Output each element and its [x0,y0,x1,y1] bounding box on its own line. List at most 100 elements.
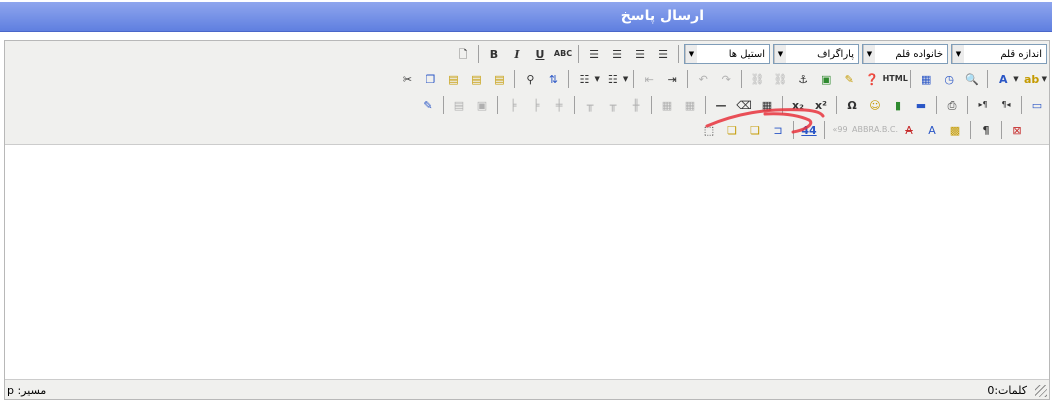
remove-format-icon[interactable]: ⌫ [734,95,754,115]
chevron-down-icon[interactable]: ▼ [594,75,599,83]
editor-statusbar: مسیر: p کلمات:0 [5,379,1049,399]
bullet-list-icon[interactable]: ☷ [574,69,594,89]
cite-icon[interactable]: «99 [830,120,850,140]
delete-row-icon: ╪ [555,98,563,112]
table-row-props-icon: ▤ [453,98,465,112]
underline-icon[interactable]: U [530,44,550,64]
insert-row-before-icon: ╞ [509,98,517,112]
page-title: ارسال پاسخ [620,8,704,24]
rtl-icon[interactable]: ¶◂ [996,95,1016,115]
element-path: مسیر: p [7,384,47,397]
backcolor-icon[interactable]: ab [1022,69,1042,89]
align-left-icon[interactable]: ☰ [630,44,650,64]
italic-icon[interactable]: I [507,44,527,64]
toolbar-separator [574,96,575,114]
move-forward-icon[interactable]: ❏ [722,120,742,140]
numbered-list-icon[interactable]: ☷ [603,69,623,89]
attribs-icon[interactable]: ▩ [945,120,965,140]
font-size-select[interactable]: اندازه قلم ▼ [951,44,1047,64]
fullscreen-icon[interactable]: ▭ [1027,95,1047,115]
copy-icon[interactable]: ❐ [420,69,440,89]
nonbreaking-icon[interactable]: ⊠ [1007,120,1027,140]
toolbar-separator [782,96,783,114]
paste-word-icon[interactable]: ▤ [489,69,509,89]
link-icon: ⛓ [750,72,765,86]
strikethrough-icon[interactable]: ABC [553,44,573,64]
toolbar-separator [1021,96,1022,114]
find-icon[interactable]: ⚲ [520,69,540,89]
insert-col-after-icon: ╥ [609,98,617,112]
del-icon[interactable]: A [899,120,919,140]
visual-aid-icon[interactable]: ▦ [757,95,777,115]
indent-icon[interactable]: ⇥ [662,69,682,89]
paste-text-icon[interactable]: ▤ [466,69,486,89]
toolbar-separator [687,70,689,88]
toolbar-separator [967,96,968,114]
new-document-icon[interactable]: 🗋 [453,44,473,64]
paste-icon[interactable]: ▤ [443,69,463,89]
toolbar-separator [987,70,989,88]
toolbar-separator [568,70,570,88]
delete-col-icon: ╫ [632,98,640,112]
toolbar-separator [678,45,679,63]
emotions-icon[interactable]: ☺ [865,95,885,115]
edit-icon[interactable]: ✎ [418,95,438,115]
html-icon[interactable]: HTML [883,69,908,89]
replace-icon[interactable]: ⇅ [543,69,563,89]
superscript-icon[interactable]: x² [811,95,831,115]
chevron-down-icon[interactable]: ▼ [1042,75,1047,83]
toolbar-separator [836,96,837,114]
toolbar-row-3: ▭ ¶◂ ▸¶ ⎙ ▬ ▮ ☺ Ω x² x₂ ▦ ⌫ — ▦ ▦ ╫ ╥ ╥ [418,94,1047,116]
format-select[interactable]: پاراگراف ▼ [773,44,859,64]
hr-icon[interactable]: — [711,95,731,115]
abbr-icon[interactable]: ABBR [852,120,874,140]
help-icon[interactable]: ❓ [862,69,882,89]
toolbar-separator [705,96,706,114]
toolbar-separator [1001,121,1002,139]
insert-layer-icon[interactable]: ⬚ [699,120,719,140]
move-backward-icon[interactable]: ❏ [745,120,765,140]
anchor-icon[interactable]: ⚓ [793,69,813,89]
chevron-down-icon: ▼ [685,45,697,63]
advhr-icon[interactable]: ▬ [911,95,931,115]
visualchars-icon[interactable]: ¶ [976,120,996,140]
image-icon[interactable]: ▣ [816,69,836,89]
unlink-icon: ⛓ [773,72,788,86]
charmap-icon[interactable]: Ω [842,95,862,115]
styles-select[interactable]: استیل ها ▼ [684,44,770,64]
cleanup-icon[interactable]: ✎ [839,69,859,89]
justify-icon[interactable]: ☰ [653,44,673,64]
media-icon[interactable]: ▮ [888,95,908,115]
cut-icon[interactable]: ✂ [397,69,417,89]
bold-icon[interactable]: B [484,44,504,64]
toolbar-separator [824,121,825,139]
word-count: کلمات:0 [987,384,1027,397]
absolute-icon[interactable]: ⊐ [768,120,788,140]
print-icon[interactable]: ⎙ [942,95,962,115]
ltr-icon[interactable]: ▸¶ [973,95,993,115]
toolbar-separator [478,45,479,63]
toolbar-separator [633,70,635,88]
align-right-icon[interactable]: ☰ [584,44,604,64]
align-center-icon[interactable]: ☰ [607,44,627,64]
resize-handle-icon[interactable] [1035,385,1047,397]
forecolor-icon[interactable]: A [993,69,1013,89]
styleprops-icon[interactable]: 44 [799,120,819,140]
chevron-down-icon[interactable]: ▼ [623,75,628,83]
title-bar: ارسال پاسخ [0,2,1052,32]
toolbar-separator [793,121,794,139]
toolbar-separator [936,96,937,114]
split-cells-icon: ▦ [661,98,673,112]
preview-icon[interactable]: 🔍 [962,69,982,89]
ins-icon[interactable]: A [922,120,942,140]
insert-time-icon[interactable]: ◷ [939,69,959,89]
chevron-down-icon: ▼ [952,45,964,63]
acronym-icon[interactable]: A.B.C. [874,120,898,140]
toolbar-separator [497,96,498,114]
chevron-down-icon[interactable]: ▼ [1013,75,1018,83]
editor-content-area[interactable] [5,145,1049,379]
redo-icon: ↷ [721,72,731,86]
font-family-select[interactable]: خانواده قلم ▼ [862,44,948,64]
insert-date-icon[interactable]: ▦ [916,69,936,89]
subscript-icon[interactable]: x₂ [788,95,808,115]
